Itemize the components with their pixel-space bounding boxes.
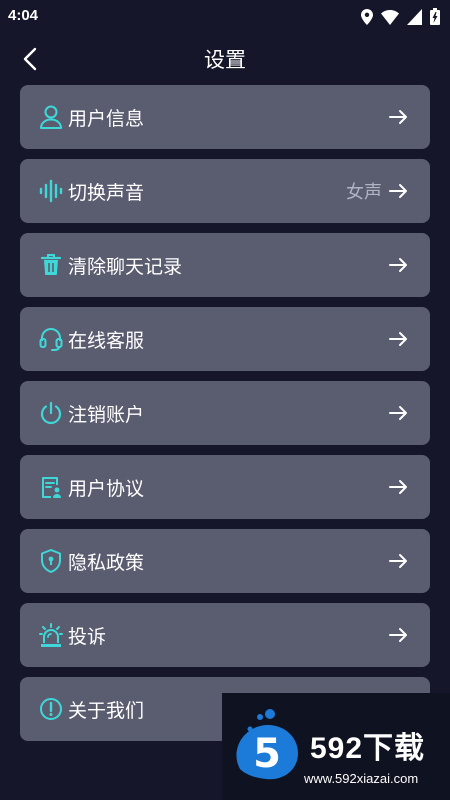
watermark-title: 592下载	[310, 732, 426, 765]
watermark: 5 592下载 www.592xiazai.com	[222, 693, 450, 800]
sound-wave-icon	[38, 178, 64, 204]
menu-item-label: 切换声音	[68, 182, 145, 204]
menu-item-user-agreement[interactable]: 用户协议	[20, 455, 430, 519]
menu-item-label: 关于我们	[68, 700, 145, 722]
settings-menu: 用户信息 切换声音 女声 清除聊天记录 在线客服 注销账户 用户协议 隐私政策 …	[20, 85, 430, 751]
menu-item-switch-voice[interactable]: 切换声音 女声	[20, 159, 430, 223]
arrow-right-icon	[388, 477, 410, 497]
menu-item-label: 在线客服	[68, 330, 145, 352]
page-title: 设置	[204, 49, 246, 72]
watermark-logo: 5	[234, 709, 302, 781]
status-bar: 4:04	[0, 0, 450, 32]
document-user-icon	[38, 474, 64, 500]
menu-item-label: 投诉	[68, 626, 107, 648]
power-icon	[38, 400, 64, 426]
arrow-right-icon	[388, 255, 410, 275]
current-voice-value: 女声	[346, 182, 382, 202]
arrow-right-icon	[388, 329, 410, 349]
location-icon	[361, 8, 373, 30]
arrow-right-icon	[388, 625, 410, 645]
menu-item-label: 注销账户	[68, 404, 145, 426]
trash-icon	[38, 252, 64, 278]
status-icons	[361, 8, 440, 30]
arrow-right-icon	[388, 107, 410, 127]
battery-icon	[430, 8, 440, 30]
menu-item-label: 隐私政策	[68, 552, 145, 574]
shield-lock-icon	[38, 548, 64, 574]
menu-item-delete-account[interactable]: 注销账户	[20, 381, 430, 445]
menu-item-privacy-policy[interactable]: 隐私政策	[20, 529, 430, 593]
wifi-icon	[381, 9, 399, 30]
status-time: 4:04	[8, 7, 39, 24]
header: 设置	[0, 38, 450, 78]
menu-item-clear-chat[interactable]: 清除聊天记录	[20, 233, 430, 297]
menu-item-label: 用户信息	[68, 108, 145, 130]
alarm-icon	[38, 622, 64, 648]
arrow-right-icon	[388, 181, 410, 201]
headset-icon	[38, 326, 64, 352]
menu-item-customer-service[interactable]: 在线客服	[20, 307, 430, 371]
menu-item-label: 清除聊天记录	[68, 256, 183, 278]
watermark-url: www.592xiazai.com	[304, 771, 419, 786]
svg-text:5: 5	[253, 731, 281, 777]
menu-item-label: 用户协议	[68, 478, 145, 500]
arrow-right-icon	[388, 403, 410, 423]
arrow-right-icon	[388, 551, 410, 571]
signal-icon	[407, 8, 422, 30]
menu-item-complaint[interactable]: 投诉	[20, 603, 430, 667]
user-icon	[38, 104, 64, 130]
info-icon	[38, 696, 64, 722]
menu-item-user-info[interactable]: 用户信息	[20, 85, 430, 149]
